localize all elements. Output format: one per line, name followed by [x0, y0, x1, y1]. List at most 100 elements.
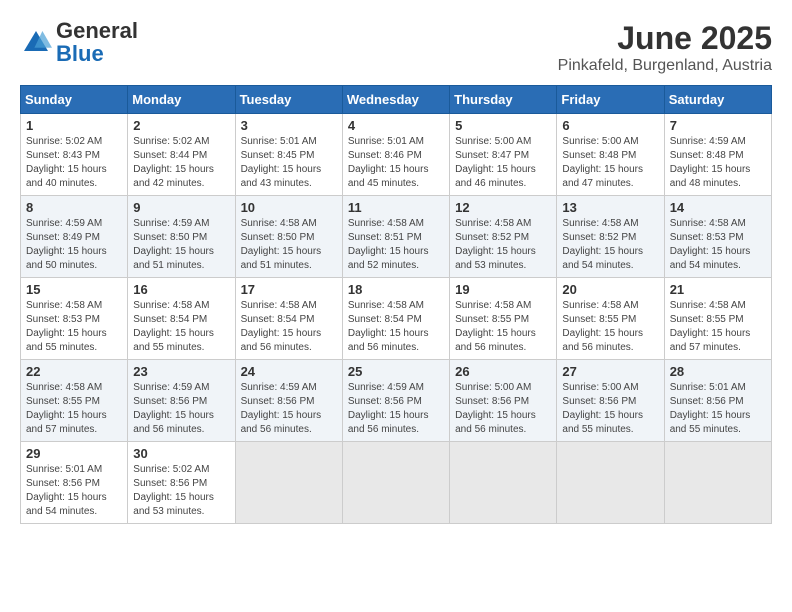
subtitle: Pinkafeld, Burgenland, Austria: [558, 57, 772, 75]
day-number: 8: [26, 200, 122, 215]
table-row: 16 Sunrise: 4:58 AM Sunset: 8:54 PM Dayl…: [128, 278, 235, 360]
day-number: 27: [562, 364, 658, 379]
day-info: Sunrise: 4:58 AM Sunset: 8:50 PM Dayligh…: [241, 217, 337, 273]
col-wednesday: Wednesday: [342, 86, 449, 114]
page-container: General Blue June 2025 Pinkafeld, Burgen…: [20, 20, 772, 524]
table-row: 7 Sunrise: 4:59 AM Sunset: 8:48 PM Dayli…: [664, 114, 771, 196]
table-row: 15 Sunrise: 4:58 AM Sunset: 8:53 PM Dayl…: [21, 278, 128, 360]
col-sunday: Sunday: [21, 86, 128, 114]
day-number: 7: [670, 118, 766, 133]
table-row: 27 Sunrise: 5:00 AM Sunset: 8:56 PM Dayl…: [557, 360, 664, 442]
day-info: Sunrise: 4:59 AM Sunset: 8:56 PM Dayligh…: [133, 381, 229, 437]
day-number: 20: [562, 282, 658, 297]
day-info: Sunrise: 5:00 AM Sunset: 8:56 PM Dayligh…: [455, 381, 551, 437]
day-info: Sunrise: 4:58 AM Sunset: 8:54 PM Dayligh…: [348, 299, 444, 355]
day-number: 18: [348, 282, 444, 297]
col-saturday: Saturday: [664, 86, 771, 114]
title-section: June 2025 Pinkafeld, Burgenland, Austria: [558, 20, 772, 75]
day-info: Sunrise: 4:59 AM Sunset: 8:56 PM Dayligh…: [348, 381, 444, 437]
logo-icon: [20, 27, 52, 59]
day-number: 21: [670, 282, 766, 297]
table-row: 6 Sunrise: 5:00 AM Sunset: 8:48 PM Dayli…: [557, 114, 664, 196]
table-row: 19 Sunrise: 4:58 AM Sunset: 8:55 PM Dayl…: [450, 278, 557, 360]
table-row: 9 Sunrise: 4:59 AM Sunset: 8:50 PM Dayli…: [128, 196, 235, 278]
table-row: 17 Sunrise: 4:58 AM Sunset: 8:54 PM Dayl…: [235, 278, 342, 360]
header: General Blue June 2025 Pinkafeld, Burgen…: [20, 20, 772, 75]
day-info: Sunrise: 5:01 AM Sunset: 8:56 PM Dayligh…: [26, 463, 122, 519]
logo-blue-text: Blue: [56, 41, 104, 66]
day-number: 28: [670, 364, 766, 379]
day-info: Sunrise: 4:58 AM Sunset: 8:55 PM Dayligh…: [562, 299, 658, 355]
day-number: 23: [133, 364, 229, 379]
table-row: 8 Sunrise: 4:59 AM Sunset: 8:49 PM Dayli…: [21, 196, 128, 278]
calendar-header-row: Sunday Monday Tuesday Wednesday Thursday…: [21, 86, 772, 114]
table-row: [342, 442, 449, 524]
table-row: 5 Sunrise: 5:00 AM Sunset: 8:47 PM Dayli…: [450, 114, 557, 196]
day-number: 17: [241, 282, 337, 297]
col-monday: Monday: [128, 86, 235, 114]
day-number: 25: [348, 364, 444, 379]
day-number: 4: [348, 118, 444, 133]
table-row: 3 Sunrise: 5:01 AM Sunset: 8:45 PM Dayli…: [235, 114, 342, 196]
day-info: Sunrise: 4:58 AM Sunset: 8:55 PM Dayligh…: [26, 381, 122, 437]
day-info: Sunrise: 5:00 AM Sunset: 8:48 PM Dayligh…: [562, 135, 658, 191]
day-number: 16: [133, 282, 229, 297]
day-info: Sunrise: 4:58 AM Sunset: 8:55 PM Dayligh…: [670, 299, 766, 355]
day-info: Sunrise: 5:00 AM Sunset: 8:56 PM Dayligh…: [562, 381, 658, 437]
day-number: 9: [133, 200, 229, 215]
day-info: Sunrise: 4:58 AM Sunset: 8:54 PM Dayligh…: [133, 299, 229, 355]
col-thursday: Thursday: [450, 86, 557, 114]
day-number: 26: [455, 364, 551, 379]
day-info: Sunrise: 4:59 AM Sunset: 8:48 PM Dayligh…: [670, 135, 766, 191]
day-number: 14: [670, 200, 766, 215]
table-row: 30 Sunrise: 5:02 AM Sunset: 8:56 PM Dayl…: [128, 442, 235, 524]
table-row: 26 Sunrise: 5:00 AM Sunset: 8:56 PM Dayl…: [450, 360, 557, 442]
day-info: Sunrise: 4:59 AM Sunset: 8:49 PM Dayligh…: [26, 217, 122, 273]
day-info: Sunrise: 4:59 AM Sunset: 8:56 PM Dayligh…: [241, 381, 337, 437]
table-row: [450, 442, 557, 524]
day-number: 10: [241, 200, 337, 215]
table-row: [557, 442, 664, 524]
day-info: Sunrise: 5:00 AM Sunset: 8:47 PM Dayligh…: [455, 135, 551, 191]
day-number: 1: [26, 118, 122, 133]
day-number: 3: [241, 118, 337, 133]
day-number: 19: [455, 282, 551, 297]
table-row: 28 Sunrise: 5:01 AM Sunset: 8:56 PM Dayl…: [664, 360, 771, 442]
table-row: 2 Sunrise: 5:02 AM Sunset: 8:44 PM Dayli…: [128, 114, 235, 196]
day-number: 6: [562, 118, 658, 133]
table-row: 23 Sunrise: 4:59 AM Sunset: 8:56 PM Dayl…: [128, 360, 235, 442]
table-row: 13 Sunrise: 4:58 AM Sunset: 8:52 PM Dayl…: [557, 196, 664, 278]
table-row: 1 Sunrise: 5:02 AM Sunset: 8:43 PM Dayli…: [21, 114, 128, 196]
day-number: 29: [26, 446, 122, 461]
day-info: Sunrise: 4:58 AM Sunset: 8:54 PM Dayligh…: [241, 299, 337, 355]
day-info: Sunrise: 5:02 AM Sunset: 8:44 PM Dayligh…: [133, 135, 229, 191]
table-row: 25 Sunrise: 4:59 AM Sunset: 8:56 PM Dayl…: [342, 360, 449, 442]
table-row: 11 Sunrise: 4:58 AM Sunset: 8:51 PM Dayl…: [342, 196, 449, 278]
table-row: [664, 442, 771, 524]
day-info: Sunrise: 4:58 AM Sunset: 8:52 PM Dayligh…: [455, 217, 551, 273]
day-info: Sunrise: 4:58 AM Sunset: 8:52 PM Dayligh…: [562, 217, 658, 273]
table-row: 24 Sunrise: 4:59 AM Sunset: 8:56 PM Dayl…: [235, 360, 342, 442]
day-number: 22: [26, 364, 122, 379]
day-info: Sunrise: 4:58 AM Sunset: 8:55 PM Dayligh…: [455, 299, 551, 355]
day-number: 13: [562, 200, 658, 215]
day-number: 24: [241, 364, 337, 379]
table-row: 12 Sunrise: 4:58 AM Sunset: 8:52 PM Dayl…: [450, 196, 557, 278]
day-info: Sunrise: 5:02 AM Sunset: 8:56 PM Dayligh…: [133, 463, 229, 519]
day-info: Sunrise: 5:02 AM Sunset: 8:43 PM Dayligh…: [26, 135, 122, 191]
table-row: 4 Sunrise: 5:01 AM Sunset: 8:46 PM Dayli…: [342, 114, 449, 196]
day-info: Sunrise: 4:59 AM Sunset: 8:50 PM Dayligh…: [133, 217, 229, 273]
day-number: 15: [26, 282, 122, 297]
day-info: Sunrise: 5:01 AM Sunset: 8:46 PM Dayligh…: [348, 135, 444, 191]
logo: General Blue: [20, 20, 138, 66]
logo-general-text: General: [56, 18, 138, 43]
table-row: 18 Sunrise: 4:58 AM Sunset: 8:54 PM Dayl…: [342, 278, 449, 360]
day-info: Sunrise: 5:01 AM Sunset: 8:56 PM Dayligh…: [670, 381, 766, 437]
table-row: 29 Sunrise: 5:01 AM Sunset: 8:56 PM Dayl…: [21, 442, 128, 524]
day-info: Sunrise: 4:58 AM Sunset: 8:51 PM Dayligh…: [348, 217, 444, 273]
day-number: 12: [455, 200, 551, 215]
table-row: [235, 442, 342, 524]
day-info: Sunrise: 5:01 AM Sunset: 8:45 PM Dayligh…: [241, 135, 337, 191]
table-row: 21 Sunrise: 4:58 AM Sunset: 8:55 PM Dayl…: [664, 278, 771, 360]
main-title: June 2025: [558, 20, 772, 57]
